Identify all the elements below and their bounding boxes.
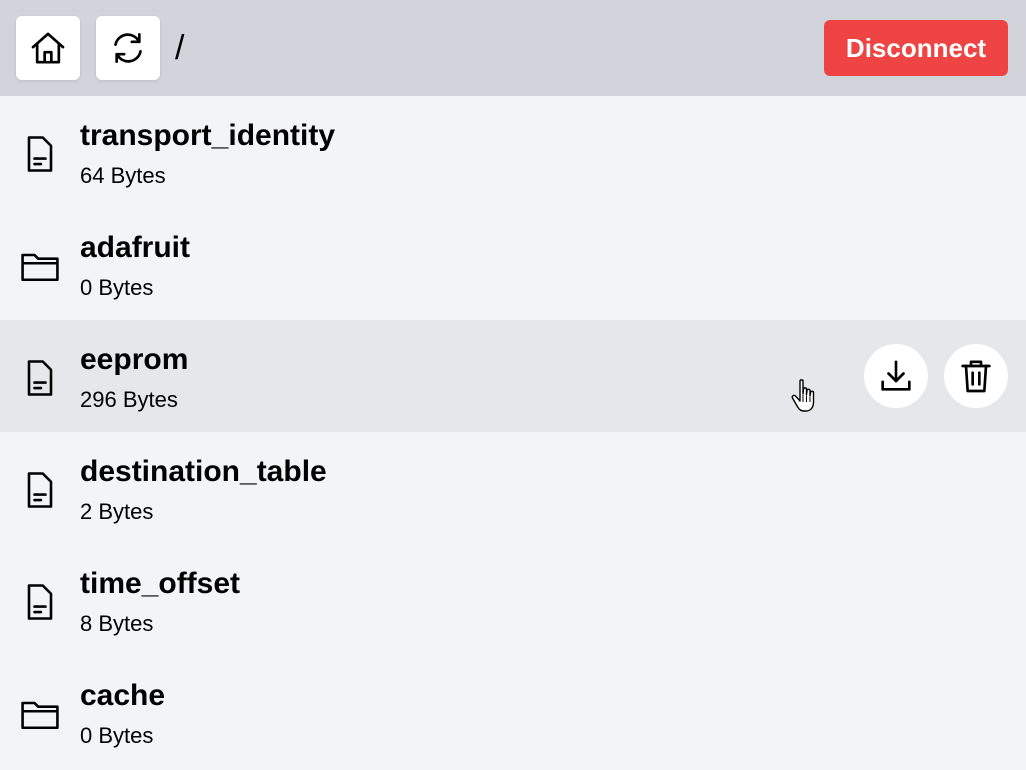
list-item[interactable]: destination_table 2 Bytes [0,432,1026,544]
file-icon [18,132,62,176]
file-icon [18,468,62,512]
list-item[interactable]: adafruit 0 Bytes [0,208,1026,320]
folder-icon [18,244,62,288]
home-icon [28,28,68,68]
folder-icon [18,692,62,736]
list-item[interactable]: transport_identity 64 Bytes [0,96,1026,208]
download-button[interactable] [864,344,928,408]
trash-icon [956,356,996,396]
item-size: 8 Bytes [80,611,154,636]
delete-button[interactable] [944,344,1008,408]
item-size: 2 Bytes [80,499,154,524]
item-size: 296 Bytes [80,387,178,412]
list-item[interactable]: time_offset 8 Bytes [0,544,1026,656]
item-name: adafruit [80,231,191,264]
item-name: time_offset [80,567,241,600]
item-name: transport_identity [80,119,336,152]
list-item[interactable]: cache 0 Bytes [0,656,1026,768]
disconnect-button[interactable]: Disconnect [824,20,1008,76]
item-size: 64 Bytes [80,163,166,188]
refresh-icon [108,28,148,68]
toolbar: / Disconnect [0,0,1026,96]
download-icon [876,356,916,396]
home-button[interactable] [16,16,80,80]
file-icon [18,356,62,400]
refresh-button[interactable] [96,16,160,80]
list-item[interactable]: eeprom 296 Bytes [0,320,1026,432]
file-icon [18,580,62,624]
current-path: / [175,29,185,67]
item-name: eeprom [80,343,189,376]
item-size: 0 Bytes [80,275,154,300]
file-list: transport_identity 64 Bytes adafruit 0 B… [0,96,1026,768]
hand-cursor-icon [790,378,822,416]
item-name: cache [80,679,166,712]
item-size: 0 Bytes [80,723,154,748]
item-name: destination_table [80,455,327,488]
